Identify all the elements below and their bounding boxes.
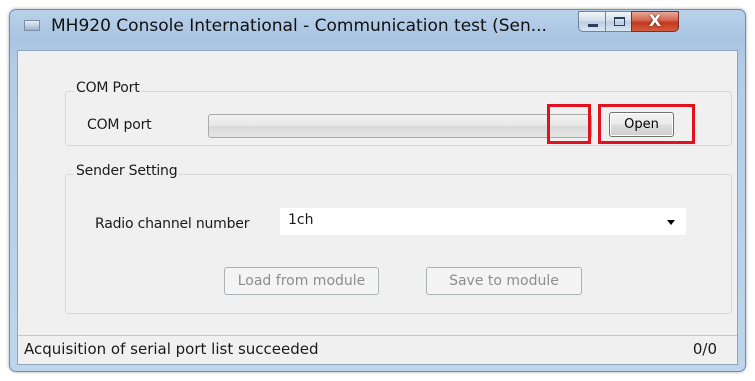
radio-channel-label: Radio channel number (95, 216, 250, 232)
app-icon (24, 20, 40, 31)
sender-setting-group-title: Sender Setting (74, 163, 180, 179)
com-port-group-title: COM Port (74, 80, 142, 96)
close-icon: X (648, 11, 662, 30)
close-button[interactable]: X (631, 11, 679, 32)
title-bar[interactable]: MH920 Console International - Communicat… (10, 10, 745, 54)
client-area: COM Port COM port Open Sender Setting Ra… (17, 50, 738, 365)
status-bar: Acquisition of serial port list succeede… (18, 335, 737, 364)
com-port-select[interactable] (208, 114, 592, 138)
save-to-module-button[interactable]: Save to module (426, 267, 582, 295)
minimize-icon (588, 24, 598, 27)
status-count: 0/0 (692, 340, 717, 358)
app-window: MH920 Console International - Communicat… (9, 9, 746, 372)
maximize-icon (614, 17, 625, 26)
com-port-label: COM port (87, 117, 152, 133)
window-title: MH920 Console International - Communicat… (51, 16, 547, 36)
dropdown-highlight-box (547, 104, 591, 144)
minimize-button[interactable] (578, 11, 606, 32)
maximize-button[interactable] (605, 11, 632, 32)
open-highlight-box (598, 104, 695, 144)
radio-channel-select[interactable]: 1ch (280, 208, 686, 235)
chevron-down-icon[interactable] (667, 220, 675, 225)
status-message: Acquisition of serial port list succeede… (24, 340, 319, 358)
radio-channel-value: 1ch (288, 212, 314, 228)
load-from-module-button[interactable]: Load from module (224, 267, 379, 295)
sender-setting-groupbox (65, 174, 732, 314)
